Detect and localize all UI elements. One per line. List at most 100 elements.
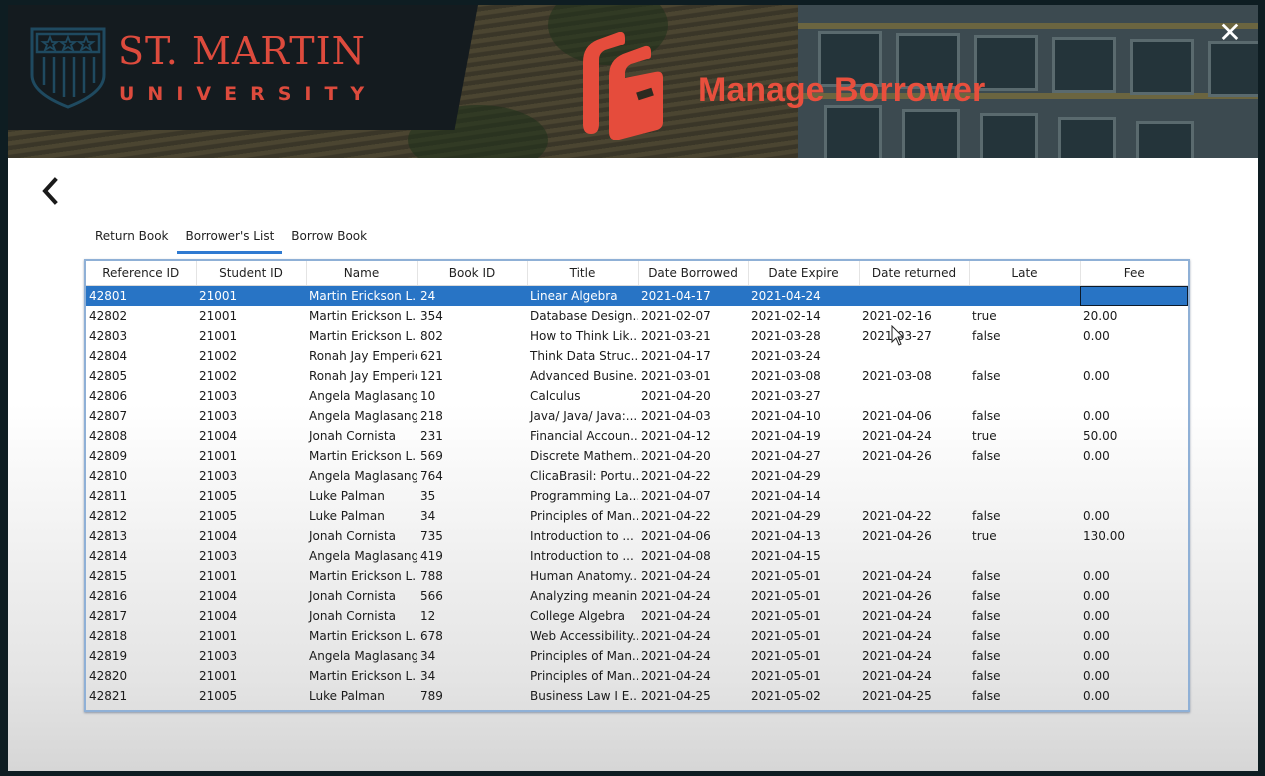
cell-fee[interactable]: 130.00: [1080, 526, 1188, 546]
cell-name[interactable]: Ronah Jay Emperio: [306, 366, 417, 386]
table-row[interactable]: 42804 21002 Ronah Jay Emperio 621 Think Data…: [86, 346, 1188, 366]
table-row[interactable]: 42802 21001 Martin Erickson L... 354 Databas…: [86, 306, 1188, 326]
cell-date-expire[interactable]: 2021-05-01: [748, 626, 859, 646]
cell-date-borrowed[interactable]: 2021-04-24: [638, 666, 748, 686]
cell-date-expire[interactable]: 2021-04-19: [748, 426, 859, 446]
cell-date-returned[interactable]: 2021-04-24: [859, 666, 969, 686]
cell-student-id[interactable]: 21003: [196, 406, 306, 426]
cell-date-expire[interactable]: 2021-04-10: [748, 406, 859, 426]
cell-reference-id[interactable]: 42803: [86, 326, 196, 346]
cell-student-id[interactable]: 21003: [196, 386, 306, 406]
cell-reference-id[interactable]: 42819: [86, 646, 196, 666]
cell-reference-id[interactable]: 42805: [86, 366, 196, 386]
table-row[interactable]: 42808 21004 Jonah Cornista 231 Financial Acc…: [86, 426, 1188, 446]
cell-title[interactable]: Advanced Busine...: [527, 366, 638, 386]
cell-date-borrowed[interactable]: 2021-04-17: [638, 285, 748, 306]
cell-date-expire[interactable]: 2021-05-01: [748, 646, 859, 666]
cell-reference-id[interactable]: 42812: [86, 506, 196, 526]
cell-fee[interactable]: [1080, 285, 1188, 306]
cell-late[interactable]: true: [969, 426, 1080, 446]
cell-book-id[interactable]: 24: [417, 285, 527, 306]
cell-fee[interactable]: 0.00: [1080, 586, 1188, 606]
cell-title[interactable]: Human Anatomy...: [527, 566, 638, 586]
cell-title[interactable]: Principles of Man...: [527, 666, 638, 686]
cell-title[interactable]: Business Law I E...: [527, 686, 638, 706]
table-row[interactable]: 42810 21003 Angela Maglasang 764 ClicaBrasil…: [86, 466, 1188, 486]
cell-fee[interactable]: [1080, 386, 1188, 406]
cell-student-id[interactable]: 21001: [196, 326, 306, 346]
cell-title[interactable]: College Algebra: [527, 606, 638, 626]
cell-name[interactable]: Martin Erickson L...: [306, 285, 417, 306]
cell-student-id[interactable]: 21004: [196, 426, 306, 446]
cell-student-id[interactable]: 21001: [196, 666, 306, 686]
table-row[interactable]: 42807 21003 Angela Maglasang 218 Java/ Java/…: [86, 406, 1188, 426]
table-row[interactable]: 42817 21004 Jonah Cornista 12 College Algebr…: [86, 606, 1188, 626]
cell-date-borrowed[interactable]: 2021-04-07: [638, 486, 748, 506]
cell-reference-id[interactable]: 42816: [86, 586, 196, 606]
cell-title[interactable]: Web Accessibility...: [527, 626, 638, 646]
cell-title[interactable]: Introduction to ...: [527, 526, 638, 546]
cell-late[interactable]: [969, 466, 1080, 486]
cell-title[interactable]: Principles of Man...: [527, 646, 638, 666]
cell-title[interactable]: Calculus: [527, 386, 638, 406]
cell-date-borrowed[interactable]: 2021-04-12: [638, 426, 748, 446]
cell-late[interactable]: false: [969, 406, 1080, 426]
column-header-fee[interactable]: Fee: [1080, 261, 1188, 286]
cell-name[interactable]: Martin Erickson L...: [306, 666, 417, 686]
cell-name[interactable]: Ronah Jay Emperio: [306, 346, 417, 366]
cell-book-id[interactable]: 10: [417, 386, 527, 406]
cell-date-borrowed[interactable]: 2021-03-01: [638, 366, 748, 386]
table-row[interactable]: 42820 21001 Martin Erickson L... 34 Principl…: [86, 666, 1188, 686]
cell-date-expire[interactable]: 2021-03-24: [748, 346, 859, 366]
cell-late[interactable]: false: [969, 326, 1080, 346]
cell-late[interactable]: false: [969, 446, 1080, 466]
cell-date-returned[interactable]: [859, 346, 969, 366]
cell-book-id[interactable]: 218: [417, 406, 527, 426]
cell-reference-id[interactable]: 42811: [86, 486, 196, 506]
cell-fee[interactable]: 0.00: [1080, 406, 1188, 426]
cell-date-expire[interactable]: 2021-05-02: [748, 686, 859, 706]
cell-fee[interactable]: 0.00: [1080, 366, 1188, 386]
cell-book-id[interactable]: 788: [417, 566, 527, 586]
cell-fee[interactable]: [1080, 546, 1188, 566]
cell-date-expire[interactable]: 2021-04-15: [748, 546, 859, 566]
cell-reference-id[interactable]: 42815: [86, 566, 196, 586]
cell-date-expire[interactable]: 2021-03-08: [748, 366, 859, 386]
cell-title[interactable]: How to Think Lik...: [527, 326, 638, 346]
cell-student-id[interactable]: 21005: [196, 506, 306, 526]
cell-date-borrowed[interactable]: 2021-04-24: [638, 606, 748, 626]
cell-date-expire[interactable]: 2021-05-01: [748, 606, 859, 626]
cell-fee[interactable]: 0.00: [1080, 606, 1188, 626]
cell-book-id[interactable]: 789: [417, 686, 527, 706]
cell-date-expire[interactable]: 2021-04-14: [748, 486, 859, 506]
cell-date-borrowed[interactable]: 2021-04-22: [638, 466, 748, 486]
column-header-date-expire[interactable]: Date Expire: [748, 261, 860, 286]
cell-student-id[interactable]: 21005: [196, 486, 306, 506]
cell-student-id[interactable]: 21004: [196, 606, 306, 626]
cell-date-returned[interactable]: 2021-02-16: [859, 306, 969, 326]
cell-student-id[interactable]: 21003: [196, 646, 306, 666]
cell-late[interactable]: false: [969, 606, 1080, 626]
cell-date-returned[interactable]: 2021-04-06: [859, 406, 969, 426]
cell-reference-id[interactable]: 42817: [86, 606, 196, 626]
cell-book-id[interactable]: 34: [417, 666, 527, 686]
cell-title[interactable]: Java/ Java/ Java:...: [527, 406, 638, 426]
cell-name[interactable]: Jonah Cornista: [306, 606, 417, 626]
cell-name[interactable]: Jonah Cornista: [306, 526, 417, 546]
cell-date-returned[interactable]: [859, 285, 969, 306]
cell-date-returned[interactable]: 2021-04-26: [859, 446, 969, 466]
cell-date-borrowed[interactable]: 2021-04-17: [638, 346, 748, 366]
cell-late[interactable]: false: [969, 586, 1080, 606]
cell-date-expire[interactable]: 2021-04-24: [748, 285, 859, 306]
cell-reference-id[interactable]: 42814: [86, 546, 196, 566]
cell-reference-id[interactable]: 42801: [86, 285, 196, 306]
column-header-date-returned[interactable]: Date returned: [859, 261, 970, 286]
cell-fee[interactable]: [1080, 346, 1188, 366]
table-row[interactable]: 42809 21001 Martin Erickson L... 569 Discret…: [86, 446, 1188, 466]
cell-book-id[interactable]: 121: [417, 366, 527, 386]
cell-name[interactable]: Angela Maglasang: [306, 546, 417, 566]
cell-date-borrowed[interactable]: 2021-04-24: [638, 626, 748, 646]
cell-date-expire[interactable]: 2021-05-01: [748, 566, 859, 586]
cell-reference-id[interactable]: 42810: [86, 466, 196, 486]
cell-date-expire[interactable]: 2021-04-29: [748, 506, 859, 526]
